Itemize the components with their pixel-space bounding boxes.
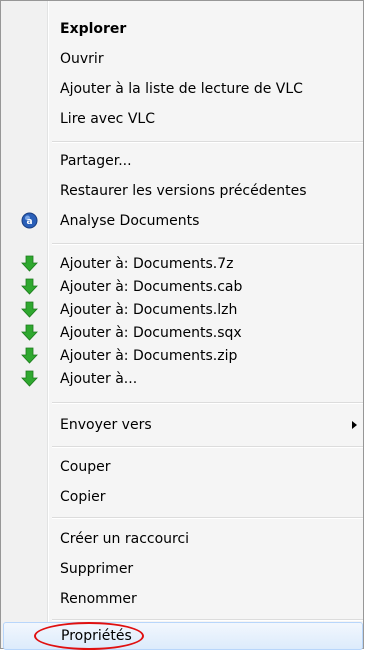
green-down-arrow-icon: [21, 278, 38, 295]
svg-text:a: a: [26, 217, 32, 227]
menu-separator: [52, 619, 363, 620]
menu-item-label: Analyse Documents: [60, 213, 200, 229]
green-down-arrow-icon: [21, 324, 38, 341]
menu-item-label: Ajouter à: Documents.lzh: [60, 302, 238, 318]
submenu-arrow-icon: [352, 421, 357, 429]
green-down-arrow-icon: [21, 301, 38, 318]
green-down-arrow-icon: [21, 255, 38, 272]
menu-separator: [52, 402, 363, 403]
menu-item-label: Restaurer les versions précédentes: [60, 183, 307, 199]
green-down-arrow-icon: [21, 347, 38, 364]
menu-item-label: Ajouter à...: [60, 371, 138, 387]
menu-item-label: Propriétés: [61, 628, 132, 644]
menu-item-explorer[interactable]: Explorer: [3, 14, 363, 44]
menu-item-couper[interactable]: Couper: [3, 452, 363, 482]
menu-item-label: Copier: [60, 489, 106, 505]
menu-item-label: Supprimer: [60, 561, 134, 577]
menu-item-supprimer[interactable]: Supprimer: [3, 554, 363, 584]
menu-item-label: Ajouter à la liste de lecture de VLC: [60, 81, 303, 97]
menu-item-creer-raccourci[interactable]: Créer un raccourci: [3, 524, 363, 554]
menu-item-play-vlc[interactable]: Lire avec VLC: [3, 104, 363, 134]
menu-item-renommer[interactable]: Renommer: [3, 584, 363, 614]
menu-item-label: Ajouter à: Documents.zip: [60, 348, 238, 364]
menu-item-label: Ouvrir: [60, 51, 104, 67]
menu-item-copier[interactable]: Copier: [3, 482, 363, 512]
menu-item-analyse[interactable]: a Analyse Documents: [3, 206, 363, 236]
menu-item-ouvrir[interactable]: Ouvrir: [3, 44, 363, 74]
menu-item-label: Partager...: [60, 153, 132, 169]
antivirus-shield-icon: a: [21, 212, 38, 229]
menu-item-label: Renommer: [60, 591, 137, 607]
menu-item-label: Envoyer vers: [60, 417, 152, 433]
context-menu: Explorer Ouvrir Ajouter à la liste de le…: [0, 0, 364, 650]
menu-separator: [52, 517, 363, 518]
menu-item-label: Explorer: [60, 21, 127, 37]
menu-item-label: Couper: [60, 459, 111, 475]
menu-item-label: Ajouter à: Documents.7z: [60, 256, 234, 272]
menu-item-partager[interactable]: Partager...: [3, 146, 363, 176]
menu-separator: [52, 446, 363, 447]
menu-separator: [52, 141, 363, 142]
menu-item-add-to[interactable]: Ajouter à...: [3, 364, 363, 394]
menu-item-label: Ajouter à: Documents.sqx: [60, 325, 242, 341]
menu-item-vlc-playlist[interactable]: Ajouter à la liste de lecture de VLC: [3, 74, 363, 104]
menu-item-label: Créer un raccourci: [60, 531, 190, 547]
green-down-arrow-icon: [21, 370, 38, 387]
menu-item-restaurer[interactable]: Restaurer les versions précédentes: [3, 176, 363, 206]
menu-item-label: Lire avec VLC: [60, 111, 155, 127]
menu-item-label: Ajouter à: Documents.cab: [60, 279, 243, 295]
menu-item-proprietes[interactable]: Propriétés: [3, 622, 363, 650]
menu-separator: [52, 243, 363, 244]
menu-item-envoyer-vers[interactable]: Envoyer vers: [3, 410, 363, 440]
